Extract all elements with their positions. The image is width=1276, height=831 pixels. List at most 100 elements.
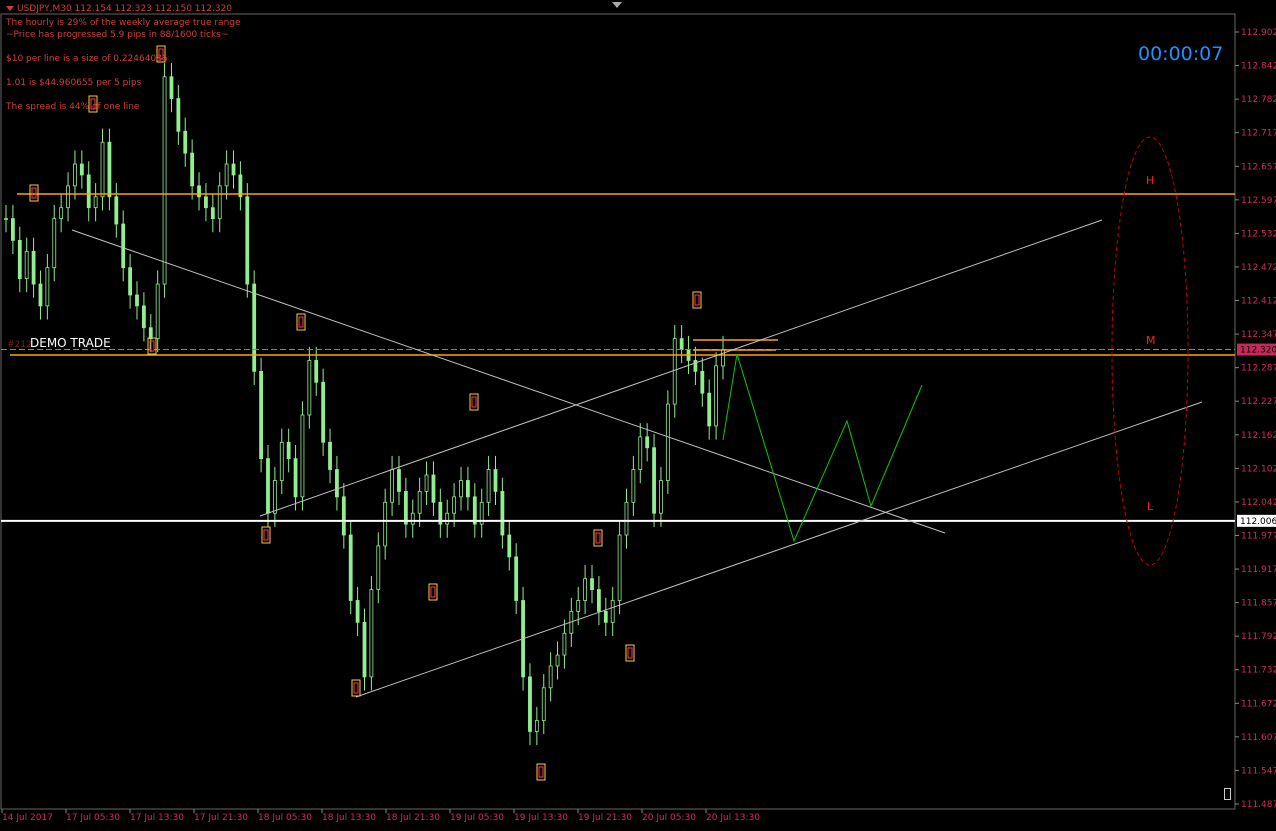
price-tick-label: 112.902	[1241, 28, 1276, 38]
time-tick-label: 19 Jul 05:30	[450, 813, 504, 823]
candle-body	[631, 469, 636, 503]
candle-body	[583, 578, 588, 601]
candle-body	[645, 436, 650, 449]
candle-body	[431, 474, 436, 503]
candle-body	[93, 196, 98, 209]
candle-body	[562, 632, 567, 656]
candle-body	[486, 469, 491, 503]
dropdown-triangle-icon[interactable]	[6, 6, 14, 11]
candle-body	[424, 474, 429, 492]
candle-body	[617, 534, 622, 601]
time-tick-label: 17 Jul 05:30	[66, 813, 120, 823]
candle-body	[500, 490, 505, 536]
candle-body	[314, 360, 319, 383]
candle-body	[328, 441, 332, 470]
price-tick-label: 112.287	[1241, 364, 1276, 374]
candle-body	[445, 512, 450, 525]
price-tick-label: 112.782	[1241, 95, 1276, 105]
candle-body	[224, 163, 229, 187]
info-line-size: $10 per line is a size of 0.22464086	[6, 54, 168, 64]
price-tick-label: 112.842	[1241, 62, 1276, 72]
candle-body	[300, 414, 305, 498]
candle-body	[204, 196, 208, 209]
candle-body	[659, 480, 663, 514]
candle-body	[266, 458, 270, 514]
candle-body	[169, 76, 174, 99]
price-tick-label: 111.977	[1241, 531, 1276, 541]
candle-body	[341, 496, 346, 536]
price-tick-label: 112.347	[1241, 330, 1276, 340]
price-tick-label: 112.532	[1241, 229, 1276, 239]
price-tick-label: 112.657	[1241, 162, 1276, 172]
info-line-progress: ~Price has progressed 5.9 pips in 88/160…	[6, 30, 229, 40]
time-tick-label: 17 Jul 21:30	[194, 813, 248, 823]
time-tick-label: 18 Jul 05:30	[258, 813, 312, 823]
candle-body	[624, 501, 629, 536]
candle-body	[362, 621, 367, 678]
time-tick-label: 18 Jul 13:30	[322, 813, 376, 823]
price-tick-label: 112.472	[1241, 263, 1276, 273]
candle-body	[390, 469, 394, 503]
candle-body	[73, 163, 77, 187]
price-tick-label: 111.917	[1241, 565, 1276, 575]
candle-body	[286, 441, 291, 460]
candle-body	[38, 283, 43, 307]
candle-body	[714, 365, 719, 427]
candle-body	[514, 556, 519, 601]
candle-body	[52, 218, 57, 269]
candle-body	[321, 381, 326, 443]
chart-shift-marker-icon[interactable]	[612, 2, 622, 8]
candle-body	[128, 267, 132, 296]
candle-body	[107, 141, 112, 198]
candle-body	[190, 152, 195, 187]
order-ticket-id: #212	[7, 340, 32, 350]
candle-body	[397, 469, 401, 492]
candle-body	[507, 534, 512, 558]
candle-body	[45, 267, 50, 307]
price-tick-label: 111.792	[1241, 632, 1276, 642]
candle-body	[679, 338, 684, 350]
chart-window[interactable]: 112.320 112.006 112.902 112.842 112.782 112.…	[0, 0, 1276, 827]
price-tick-label: 112.162	[1241, 431, 1276, 441]
candle-body	[293, 458, 298, 498]
candle-body	[528, 676, 532, 732]
candle-body	[369, 589, 374, 678]
candle-body	[307, 360, 312, 416]
candle-body	[548, 665, 553, 689]
candle-body	[86, 174, 91, 209]
candle-body	[4, 218, 8, 220]
price-tick-label: 111.547	[1241, 766, 1276, 776]
candle-body	[79, 163, 84, 176]
price-tick-label: 112.412	[1241, 297, 1276, 307]
candle-body	[459, 480, 463, 498]
candle-body	[17, 240, 22, 280]
candle-body	[66, 185, 70, 209]
candle-body	[231, 163, 236, 176]
price-chart[interactable]: 112.320112.006 112.902112.842112.782112.…	[0, 0, 1276, 827]
candle-body	[597, 589, 601, 612]
candle-body	[155, 283, 160, 340]
scroll-box-icon[interactable]	[1224, 788, 1231, 800]
candle-body	[610, 600, 615, 623]
candle-body	[259, 370, 263, 460]
candle-body	[555, 654, 560, 667]
time-axis: 14 Jul 2017 17 Jul 05:30 17 Jul 13:30 17 Ju…	[1, 809, 760, 823]
candle-body	[148, 327, 153, 340]
candle-body	[245, 196, 250, 285]
candle-body	[141, 305, 146, 329]
candle-body	[452, 496, 457, 514]
time-tick-label: 19 Jul 21:30	[578, 813, 632, 823]
current-price-tag-label: 112.320	[1240, 346, 1276, 356]
candle-body	[210, 207, 215, 219]
zone-label-high: H	[1146, 174, 1155, 187]
price-tick-label: 111.857	[1241, 599, 1276, 609]
time-tick-label: 20 Jul 13:30	[706, 813, 760, 823]
price-tick-label: 111.672	[1241, 699, 1276, 709]
price-tick-label: 111.487	[1241, 800, 1276, 810]
candle-body	[541, 687, 546, 721]
price-tick-label: 112.042	[1241, 498, 1276, 508]
info-line-pip-value: 1.01 is $44.960655 per 5 pips	[6, 78, 142, 88]
zone-label-low: L	[1147, 500, 1154, 513]
candle-body	[121, 223, 126, 269]
candle-body	[217, 185, 222, 219]
